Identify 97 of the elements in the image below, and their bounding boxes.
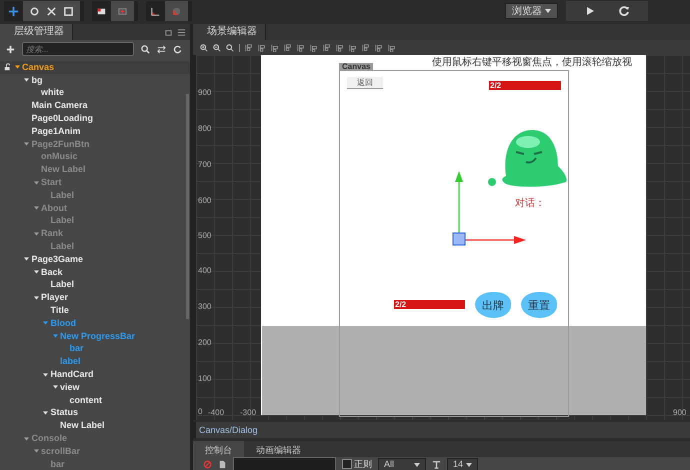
tree-node[interactable]: Label (50, 279, 74, 290)
expand-arrow-icon[interactable] (24, 78, 29, 82)
scene-editor-tab[interactable]: 场景编辑器 (193, 24, 266, 40)
expand-arrow-icon[interactable] (34, 206, 38, 210)
ruler-label: -300 (240, 408, 256, 417)
tree-node[interactable]: view (60, 382, 80, 393)
align-icon[interactable] (271, 44, 279, 52)
align-icon[interactable] (336, 44, 344, 52)
tree-node[interactable]: Title (50, 305, 69, 316)
ruler-label: 800 (198, 124, 212, 133)
align-icon[interactable] (323, 44, 331, 52)
zoom-in-icon[interactable] (200, 44, 208, 52)
expand-arrow-icon[interactable] (14, 65, 20, 70)
search-field[interactable]: 搜索... (22, 42, 134, 56)
tree-node[interactable]: Player (41, 292, 68, 304)
log-level-dropdown[interactable]: All (378, 458, 426, 470)
rect-tool-icon[interactable] (63, 6, 74, 16)
tree-node[interactable]: Page3Game (32, 254, 84, 265)
align-icon[interactable] (375, 44, 383, 52)
hierarchy-tab[interactable]: 层级管理器 (0, 24, 73, 40)
regex-checkbox[interactable] (342, 459, 352, 469)
expand-arrow-icon[interactable] (24, 142, 29, 146)
menu-icon[interactable] (177, 28, 186, 37)
zoom-out-icon[interactable] (213, 44, 221, 52)
canvas-label: Canvas (339, 63, 374, 71)
expand-arrow-icon[interactable] (43, 321, 48, 326)
rotate-tool-icon[interactable] (29, 6, 40, 16)
align-icon[interactable] (284, 44, 292, 52)
swap-icon[interactable] (157, 44, 166, 54)
ruler-label: 900 (198, 88, 212, 97)
tree-node[interactable]: Back (41, 266, 63, 278)
caret-icon (545, 9, 551, 14)
tree-node[interactable]: Page1Anim (32, 126, 81, 137)
ruler-label: 100 (198, 374, 212, 383)
expand-arrow-icon[interactable] (43, 372, 48, 377)
ruler-label: 600 (198, 196, 212, 205)
ruler-label: 0 (198, 407, 202, 416)
ruler-label: 200 (198, 338, 212, 347)
expand-arrow-icon[interactable] (43, 410, 48, 415)
ruler-label: 300 (198, 302, 212, 311)
align-icon[interactable] (310, 44, 318, 52)
caret-icon (414, 463, 420, 467)
platform-dropdown[interactable]: 浏览器 (505, 3, 558, 19)
expand-arrow-icon[interactable] (52, 334, 58, 338)
filter-field[interactable] (233, 457, 336, 470)
node-path: Canvas/Dialog (193, 422, 690, 438)
expand-arrow-icon[interactable] (24, 257, 29, 262)
add-icon[interactable] (6, 44, 15, 54)
center-icon[interactable] (117, 6, 128, 16)
popout-icon[interactable] (164, 28, 173, 37)
panel-tab[interactable]: 动画编辑器 (244, 441, 313, 457)
align-icon[interactable] (388, 44, 396, 52)
refresh-icon[interactable] (618, 5, 630, 17)
ruler-label: 700 (198, 160, 212, 169)
align-icon[interactable] (258, 44, 266, 52)
tree-node[interactable]: Status (50, 407, 78, 418)
expand-arrow-icon[interactable] (34, 232, 38, 236)
zoom-reset-icon[interactable] (226, 44, 234, 52)
tree-node[interactable]: Page0Loading (32, 113, 94, 124)
refresh-icon[interactable] (173, 44, 182, 54)
file-icon[interactable] (218, 460, 227, 468)
ruler-label: 400 (198, 266, 212, 275)
hint-text: 使用鼠标右键平移视窗焦点，使用滚轮缩放视 (432, 57, 632, 68)
progress-text: 2/2 (395, 300, 406, 309)
expand-arrow-icon[interactable] (34, 296, 38, 300)
ruler-label: 900 (673, 408, 686, 417)
tree-node[interactable]: content (70, 394, 102, 406)
dialog-label: 对话： (515, 196, 545, 210)
align-icon[interactable] (245, 44, 253, 52)
panel-tab[interactable]: 控制台 (193, 441, 244, 457)
align-icon[interactable] (362, 44, 370, 52)
back-button[interactable]: 返回 (347, 77, 383, 89)
align-icon[interactable] (297, 44, 305, 52)
tree-node[interactable]: HandCard (50, 369, 94, 380)
font-size-dropdown[interactable]: 14 (447, 458, 478, 470)
expand-arrow-icon[interactable] (52, 385, 58, 390)
expand-arrow-icon[interactable] (24, 436, 29, 440)
tree-node[interactable]: Main Camera (32, 100, 88, 112)
search-icon[interactable] (141, 44, 150, 54)
progress-text: 2/2 (490, 81, 502, 90)
expand-arrow-icon[interactable] (34, 270, 38, 274)
play-icon[interactable] (584, 5, 596, 17)
tree-node[interactable]: Canvas (22, 62, 54, 73)
ruler-label: 500 (198, 231, 212, 240)
expand-arrow-icon[interactable] (34, 180, 38, 185)
caret-icon (466, 462, 472, 467)
tree-node[interactable]: bg (32, 74, 42, 86)
tree-node[interactable]: white (41, 87, 64, 98)
tree-node[interactable]: New Label (60, 420, 105, 432)
ruler-label: -400 (208, 408, 224, 417)
align-icon[interactable] (349, 44, 357, 52)
move-tool-icon[interactable] (8, 6, 19, 16)
lock-icon[interactable] (4, 63, 12, 72)
font-size-icon[interactable] (432, 460, 441, 468)
regex-label: 正则 (354, 458, 372, 470)
scale-tool-icon[interactable] (46, 6, 57, 16)
expand-arrow-icon[interactable] (34, 449, 38, 454)
